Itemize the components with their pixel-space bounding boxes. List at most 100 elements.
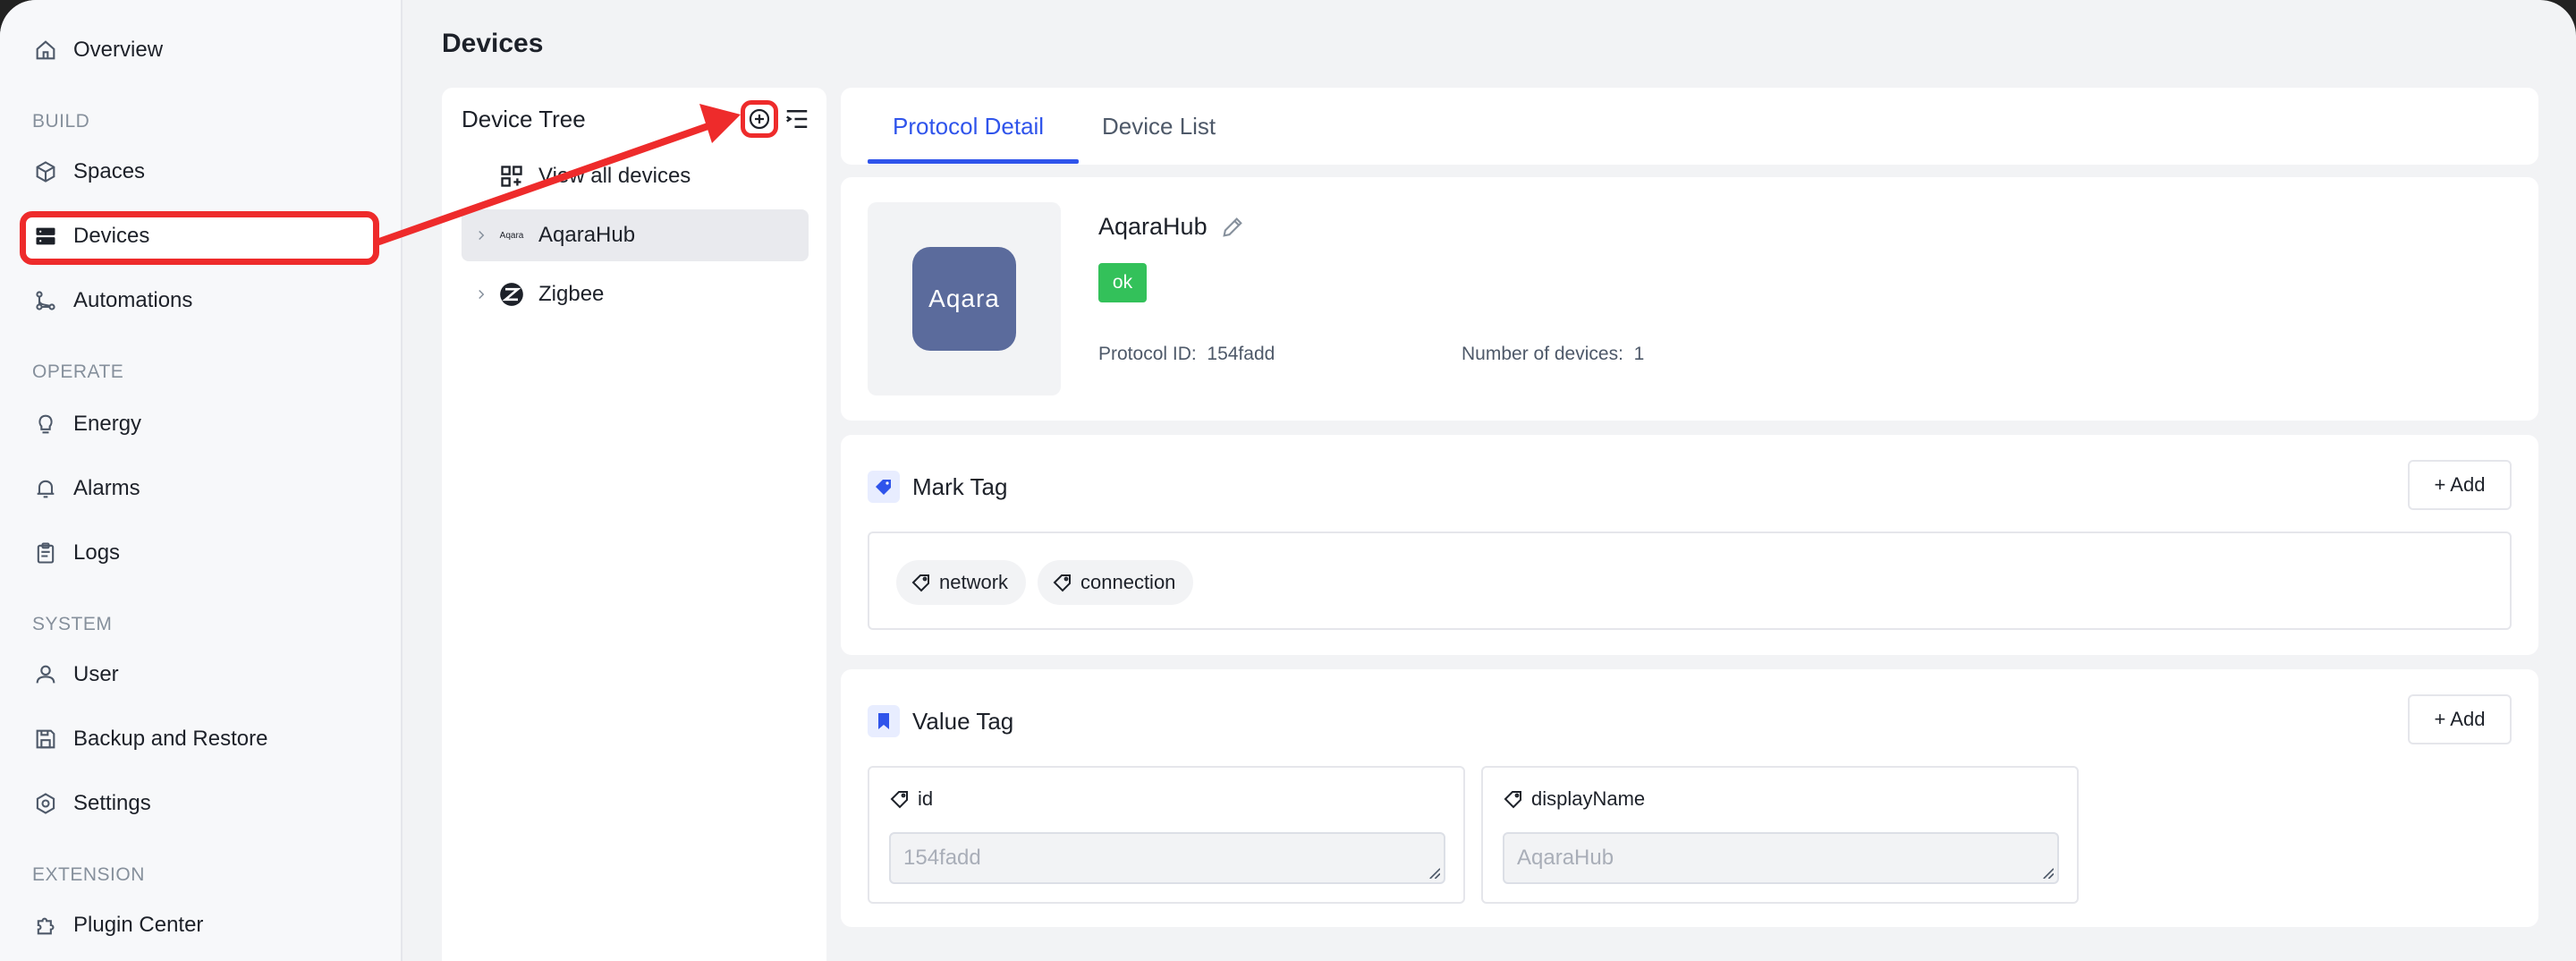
tag-icon — [868, 471, 900, 503]
tree-node-aqarahub[interactable]: Aqara AqaraHub — [462, 209, 809, 261]
device-count: Number of devices: 1 — [1462, 344, 1644, 365]
id-input[interactable]: 154fadd — [889, 832, 1445, 884]
sidebar-item-label: Backup and Restore — [73, 727, 268, 751]
list-icon — [786, 110, 808, 128]
user-icon — [32, 661, 59, 688]
sidebar-item-label: User — [73, 662, 119, 686]
device-name: AqaraHub — [1098, 213, 1245, 241]
chevron-right-icon[interactable] — [470, 227, 492, 243]
value-field-id: id 154fadd — [868, 766, 1465, 904]
sidebar-item-label: Devices — [73, 224, 150, 248]
save-icon — [32, 726, 59, 753]
section-build: BUILD — [32, 111, 90, 132]
tag-icon — [1504, 791, 1521, 809]
grid-icon — [497, 162, 526, 191]
sidebar-item-devices[interactable]: Devices — [32, 217, 149, 256]
sidebar-item-label: Spaces — [73, 159, 146, 183]
view-all-devices[interactable]: View all devices — [462, 150, 809, 202]
sidebar-item-backup[interactable]: Backup and Restore — [32, 719, 267, 759]
clipboard-icon — [32, 540, 59, 566]
bell-icon — [32, 475, 59, 502]
edit-icon[interactable] — [1220, 215, 1245, 240]
puzzle-icon — [32, 912, 59, 939]
value-field-label-text: id — [918, 787, 934, 810]
bulb-icon — [32, 411, 59, 438]
sidebar-item-label: Overview — [73, 38, 164, 62]
value-field-label: id — [889, 787, 933, 811]
tab-protocol-detail[interactable]: Protocol Detail — [893, 113, 1044, 140]
sidebar-item-alarms[interactable]: Alarms — [32, 469, 140, 508]
plus-icon — [749, 108, 770, 130]
tab-device-list[interactable]: Device List — [1102, 113, 1216, 140]
status-badge: ok — [1098, 263, 1147, 302]
id-input-placeholder: 154fadd — [903, 846, 981, 870]
resize-handle-icon[interactable] — [2041, 866, 2054, 879]
mark-tag-list: network connection — [868, 532, 2512, 630]
sidebar: Overview BUILD Spaces Devices Automation… — [0, 0, 402, 961]
resize-handle-icon[interactable] — [1428, 866, 1440, 879]
add-device-button[interactable] — [741, 100, 778, 138]
aqara-logo: Aqara — [912, 247, 1016, 351]
sidebar-item-logs[interactable]: Logs — [32, 533, 120, 573]
aqara-logo-icon: Aqara — [499, 230, 524, 241]
bookmark-icon — [868, 705, 900, 737]
sidebar-item-energy[interactable]: Energy — [32, 404, 141, 444]
device-tree-panel: Device Tree View all devices Aqara Aqara… — [442, 88, 826, 961]
active-tab-indicator — [868, 159, 1079, 164]
protocol-id-label: Protocol ID: — [1098, 344, 1197, 364]
displayname-input-placeholder: AqaraHub — [1517, 846, 1614, 870]
tree-node-zigbee[interactable]: Zigbee — [462, 268, 809, 320]
sidebar-item-settings[interactable]: Settings — [32, 784, 151, 823]
mark-tag-header: Mark Tag — [868, 471, 1007, 503]
sidebar-item-plugin-center[interactable]: Plugin Center — [32, 906, 203, 945]
add-mark-tag-button[interactable]: + Add — [2408, 460, 2512, 510]
mark-tag-card: Mark Tag + Add network connection — [841, 435, 2538, 655]
tag-chip-label: network — [939, 571, 1009, 593]
sidebar-item-automations[interactable]: Automations — [32, 281, 192, 320]
value-tag-card: Value Tag + Add id 154fadd displayName A… — [841, 669, 2538, 927]
value-field-label-text: displayName — [1531, 787, 1646, 810]
protocol-id-value: 154fadd — [1207, 344, 1275, 364]
displayname-input[interactable]: AqaraHub — [1503, 832, 2059, 884]
sidebar-item-overview[interactable]: Overview — [32, 30, 163, 70]
protocol-detail-card: Aqara AqaraHub ok Protocol ID: 154fadd N… — [841, 177, 2538, 421]
flow-icon — [32, 287, 59, 314]
gear-icon — [32, 790, 59, 817]
sidebar-item-label: Logs — [73, 540, 121, 565]
tag-icon — [890, 791, 908, 809]
device-count-label: Number of devices: — [1462, 344, 1623, 364]
value-field-displayname: displayName AqaraHub — [1481, 766, 2079, 904]
sidebar-item-spaces[interactable]: Spaces — [32, 152, 145, 191]
tag-icon — [911, 574, 929, 592]
device-name-text: AqaraHub — [1098, 213, 1208, 240]
sidebar-item-user[interactable]: User — [32, 655, 119, 694]
protocol-id: Protocol ID: 154fadd — [1098, 344, 1275, 365]
sidebar-item-label: Automations — [73, 288, 193, 312]
chevron-right-icon[interactable] — [470, 286, 492, 302]
tree-menu-button[interactable] — [784, 106, 810, 132]
app-window: Overview BUILD Spaces Devices Automation… — [0, 0, 2576, 961]
section-operate: OPERATE — [32, 361, 124, 382]
value-tag-title: Value Tag — [912, 707, 1014, 735]
tag-chip-connection[interactable]: connection — [1038, 560, 1194, 605]
cube-icon — [32, 158, 59, 185]
device-count-value: 1 — [1633, 344, 1645, 364]
zigbee-icon — [497, 280, 526, 309]
sidebar-item-label: Alarms — [73, 476, 140, 500]
view-all-label: View all devices — [538, 164, 691, 188]
mark-tag-title: Mark Tag — [912, 472, 1008, 500]
tab-bar: Protocol Detail Device List — [841, 88, 2538, 165]
section-extension: EXTENSION — [32, 864, 145, 885]
tag-icon — [1053, 574, 1071, 592]
tag-chip-network[interactable]: network — [896, 560, 1027, 605]
home-icon — [32, 37, 59, 64]
value-field-label: displayName — [1503, 787, 1645, 811]
device-logo: Aqara — [868, 202, 1061, 395]
tag-chip-label: connection — [1080, 571, 1176, 593]
sidebar-item-label: Settings — [73, 791, 151, 815]
add-value-tag-button[interactable]: + Add — [2408, 694, 2512, 744]
server-icon — [32, 223, 59, 250]
sidebar-item-label: Energy — [73, 412, 142, 436]
value-tag-header: Value Tag — [868, 705, 1013, 737]
tree-node-label: AqaraHub — [538, 223, 636, 247]
